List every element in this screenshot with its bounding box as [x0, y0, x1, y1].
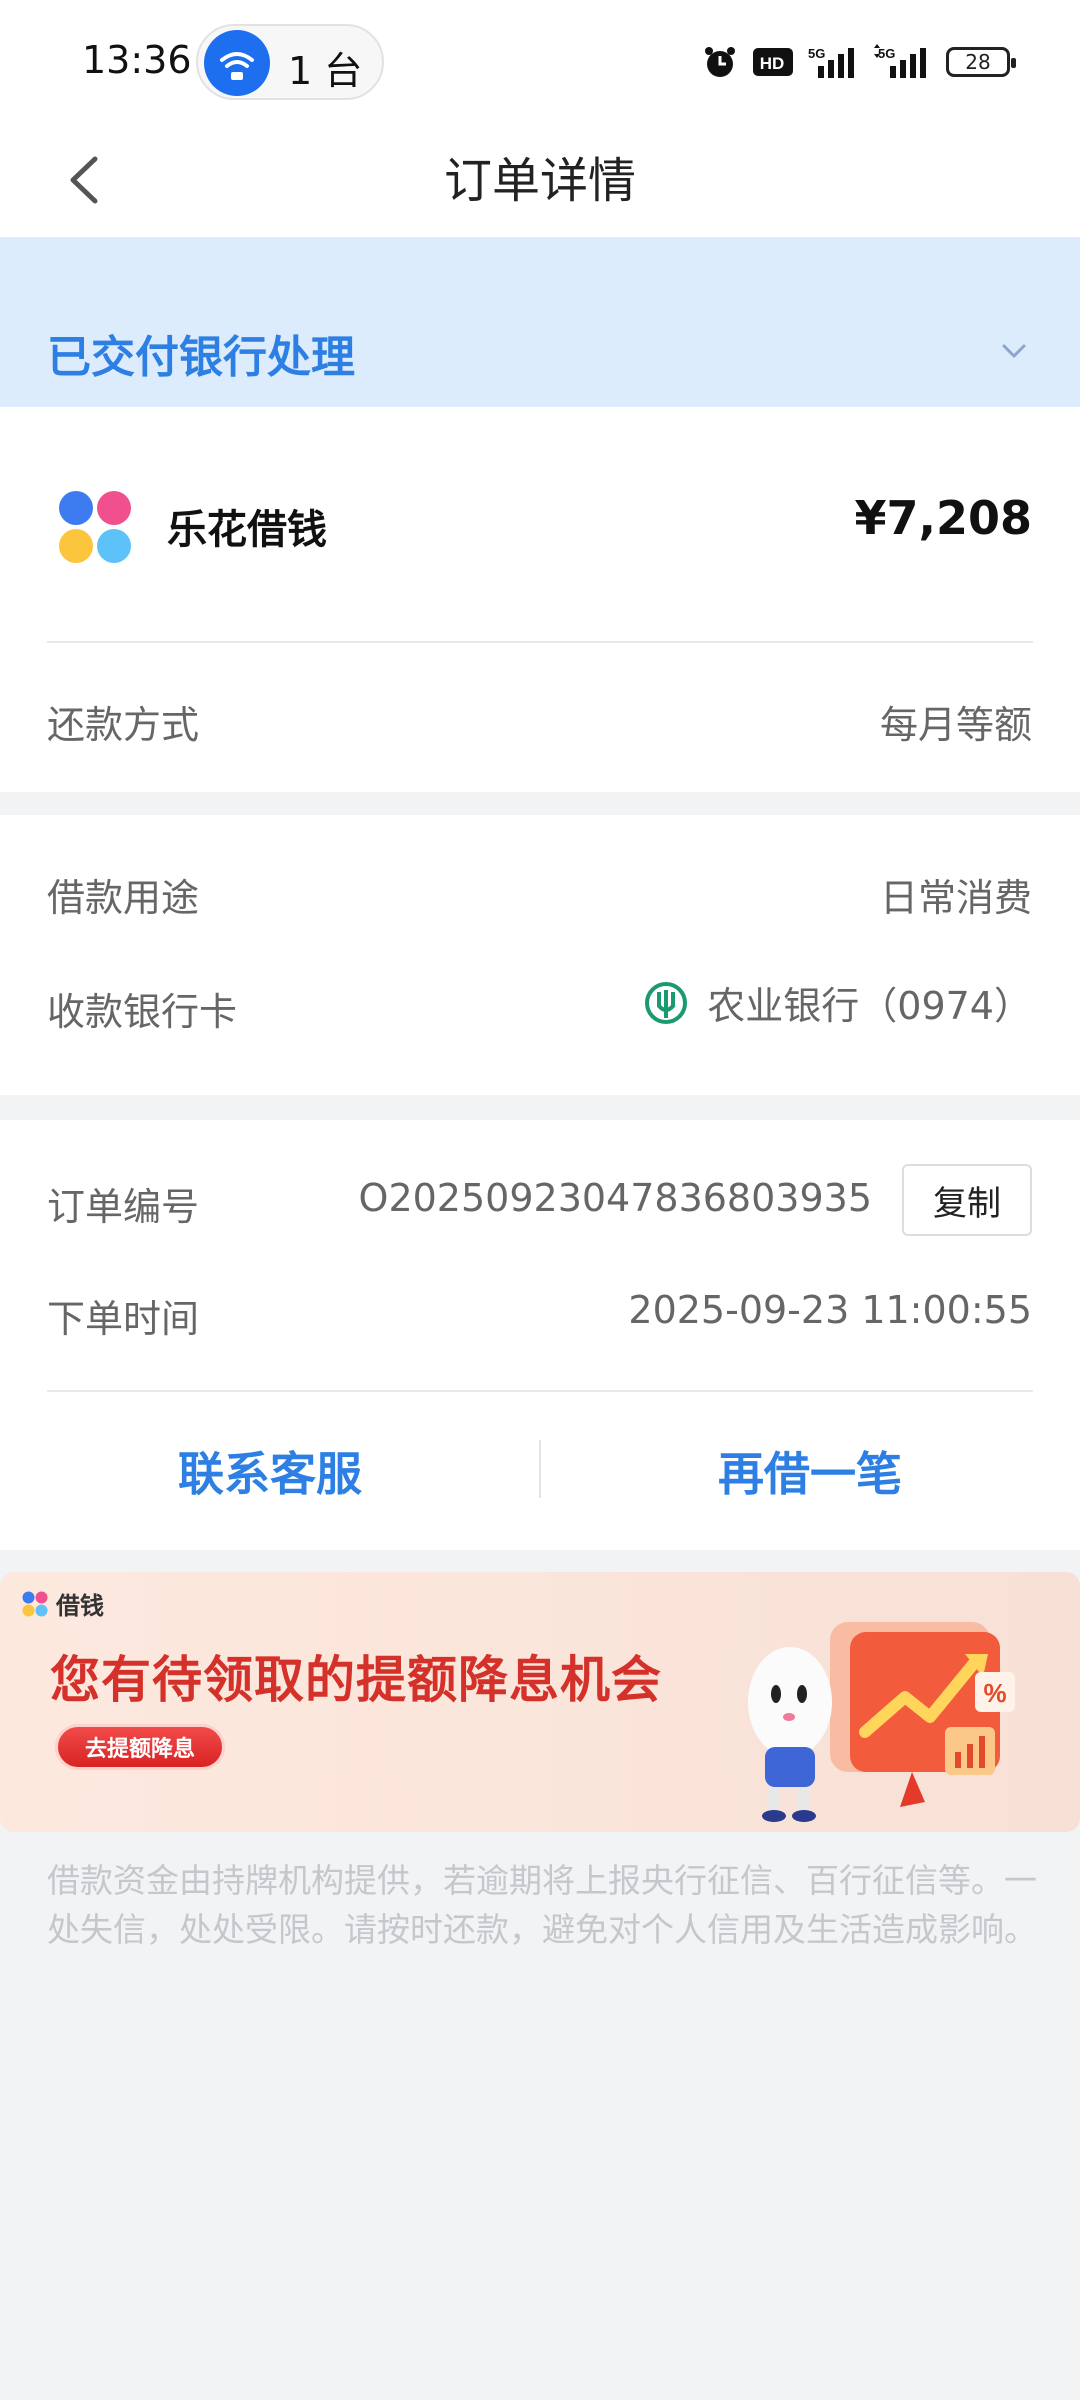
svg-text:5G: 5G — [878, 46, 895, 61]
battery-icon: 28 — [946, 47, 1016, 77]
receiving-card-value: 农业银行（0974） — [643, 975, 1032, 1030]
contact-service-button[interactable]: 联系客服 — [0, 1438, 540, 1504]
promo-title: 您有待领取的提额降息机会 — [50, 1651, 662, 1709]
order-number-label: 订单编号 — [47, 1185, 200, 1229]
page-title: 订单详情 — [443, 153, 636, 209]
divider — [47, 641, 1033, 643]
receiving-card-label: 收款银行卡 — [47, 990, 238, 1034]
order-number-value: O20250923047836803935 — [358, 1176, 872, 1220]
status-bar: 13:36 1 台 HD 5G 5G 28 — [0, 0, 1080, 125]
loan-summary-card: 乐花借钱 ¥7,208 还款方式 每月等额 — [0, 407, 1080, 792]
abc-bank-icon — [645, 981, 688, 1024]
nav-header: 订单详情 — [0, 125, 1080, 237]
order-info-card: 订单编号 O20250923047836803935 复制 下单时间 2025-… — [0, 1120, 1080, 1550]
mascot-chart-illustration-icon: % — [748, 1622, 1015, 1822]
lehua-logo-icon — [22, 1591, 48, 1616]
loan-purpose-value: 日常消费 — [879, 876, 1032, 920]
connected-devices-pill[interactable]: 1 台 — [196, 24, 384, 100]
lehua-logo-icon — [59, 491, 131, 563]
promo-banner[interactable]: 借钱 您有待领取的提额降息机会 去提额降息 % — [0, 1572, 1080, 1832]
copy-button[interactable]: 复制 — [902, 1164, 1032, 1236]
loan-amount: ¥7,208 — [854, 491, 1032, 545]
promo-tag: 借钱 — [22, 1586, 104, 1621]
order-status-banner[interactable]: 已交付银行处理 — [0, 237, 1080, 407]
5g-signal-icon: 5G — [808, 46, 854, 78]
promo-tag-text: 借钱 — [56, 1592, 104, 1620]
svg-text:%: % — [983, 1678, 1006, 1708]
battery-level: 28 — [965, 50, 991, 74]
device-count: 1 台 — [288, 49, 363, 93]
borrow-again-button[interactable]: 再借一笔 — [540, 1438, 1080, 1504]
hd-icon: HD — [753, 48, 793, 76]
disclaimer-text: 借款资金由持牌机构提供，若逾期将上报央行征信、百行征信等。一处失信，处处受限。请… — [47, 1861, 1037, 1949]
divider — [47, 1390, 1033, 1392]
order-status-text: 已交付银行处理 — [47, 332, 355, 383]
wifi-icon — [204, 30, 270, 96]
repayment-method-value: 每月等额 — [879, 703, 1032, 747]
order-time-label: 下单时间 — [47, 1297, 200, 1341]
svg-text:5G: 5G — [808, 46, 825, 61]
loan-details-card: 借款用途 日常消费 收款银行卡 农业银行（0974） — [0, 815, 1080, 1095]
promo-cta-button[interactable]: 去提额降息 — [55, 1724, 225, 1770]
status-icons: HD 5G 5G 28 — [702, 40, 1016, 84]
bank-card-text: 农业银行（0974） — [707, 984, 1032, 1028]
product-name: 乐花借钱 — [167, 507, 327, 553]
alarm-icon — [705, 47, 735, 77]
5g-signal-icon: 5G — [874, 44, 926, 78]
svg-text:HD: HD — [760, 54, 785, 73]
repayment-method-label: 还款方式 — [47, 703, 200, 747]
chevron-down-icon[interactable] — [996, 333, 1032, 369]
order-time-value: 2025-09-23 11:00:55 — [628, 1288, 1032, 1332]
loan-purpose-label: 借款用途 — [47, 876, 200, 920]
status-time: 13:36 — [82, 38, 192, 82]
